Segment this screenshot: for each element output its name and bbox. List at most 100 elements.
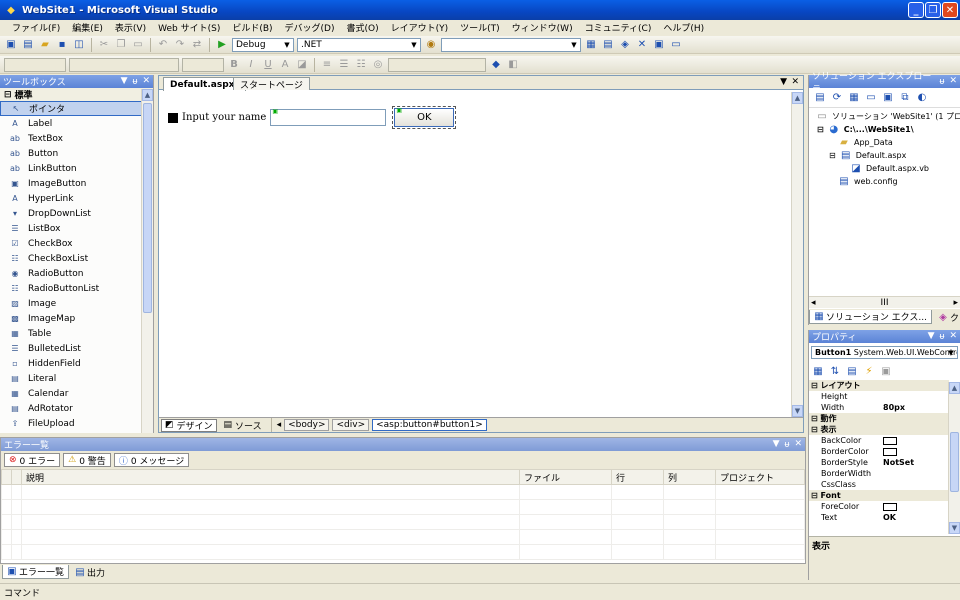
toolbox-item-table[interactable]: ▦ Table	[0, 326, 153, 341]
toolbox-item-linkbutton[interactable]: ab LinkButton	[0, 161, 153, 176]
menu-item-7[interactable]: レイアウト(Y)	[385, 21, 455, 34]
scroll-right-icon[interactable]: ▸	[953, 298, 958, 308]
dropdown-icon[interactable]: ▼	[121, 76, 128, 87]
toolbox-scrollbar[interactable]: ▲	[141, 89, 153, 433]
menu-item-11[interactable]: ヘルプ(H)	[657, 21, 710, 34]
property-row[interactable]: Height	[809, 391, 949, 402]
property-category[interactable]: ⊟ 表示	[809, 424, 949, 435]
pin-icon[interactable]: ᵾ	[785, 439, 790, 450]
menu-item-8[interactable]: ツール(T)	[454, 21, 506, 34]
toolbox-item-label[interactable]: A Label	[0, 116, 153, 131]
ok-button[interactable]: ▣ OK	[392, 106, 457, 129]
properties-view-icon[interactable]: ▤	[845, 364, 859, 378]
align-icon[interactable]: ≡	[320, 58, 334, 72]
scroll-left-icon[interactable]: ◂	[811, 298, 816, 308]
copy-website-icon[interactable]: ⧉	[898, 91, 912, 105]
refresh-icon[interactable]: ⟳	[830, 91, 844, 105]
menu-item-1[interactable]: 編集(E)	[66, 21, 109, 34]
scroll-up-icon[interactable]: ▲	[792, 92, 803, 104]
dropdown-icon[interactable]: ▼	[773, 439, 780, 450]
tree-default-aspx[interactable]: ⊟ ▤ Default.aspx	[815, 149, 960, 162]
dropdown-icon[interactable]: ▼	[928, 331, 935, 342]
style-select[interactable]	[388, 57, 486, 72]
configuration-select[interactable]: Debug ▼	[232, 37, 294, 52]
toolbox-item-adrotator[interactable]: ▤ AdRotator	[0, 401, 153, 416]
minimize-button[interactable]: _	[908, 2, 924, 18]
property-row[interactable]: Width 80px	[809, 402, 949, 413]
tag-button[interactable]: <asp:button#button1>	[372, 419, 487, 431]
toolbox-item-hyperlink[interactable]: A HyperLink	[0, 191, 153, 206]
source-view-button[interactable]: ▤ ソース	[220, 419, 266, 432]
alphabetical-icon[interactable]: ⇅	[828, 364, 842, 378]
tab-output[interactable]: ▤ 出力	[71, 565, 109, 579]
tag-scroll-left-icon[interactable]: ◂	[277, 420, 282, 430]
menu-item-0[interactable]: ファイル(F)	[6, 21, 66, 34]
errors-filter-button[interactable]: ⊗ 0 エラー	[4, 453, 61, 467]
close-icon[interactable]: ✕	[794, 439, 802, 450]
redo-icon[interactable]: ↷	[173, 38, 187, 52]
toolbox-item-bulletedlist[interactable]: ☰ BulletedList	[0, 341, 153, 356]
start-page-icon[interactable]: ▣	[652, 38, 666, 52]
tab-error-list[interactable]: ▣ エラー一覧	[2, 565, 70, 579]
view-code-icon[interactable]: ▭	[864, 91, 878, 105]
menu-item-2[interactable]: 表示(V)	[109, 21, 152, 34]
find-combo[interactable]: ▼	[441, 37, 581, 52]
properties-icon[interactable]: ▤	[601, 38, 615, 52]
warnings-filter-button[interactable]: ⚠ 0 警告	[63, 453, 111, 467]
categorized-icon[interactable]: ▦	[811, 364, 825, 378]
property-row[interactable]: Text OK	[809, 512, 949, 523]
col-description[interactable]: 説明	[21, 469, 520, 485]
tag-div[interactable]: <div>	[332, 419, 370, 431]
col-file[interactable]: ファイル	[519, 469, 612, 485]
forecolor-icon[interactable]: A	[278, 58, 292, 72]
col-line[interactable]: 行	[611, 469, 664, 485]
property-pages-icon[interactable]: ▣	[879, 364, 893, 378]
numbered-list-icon[interactable]: ☰	[337, 58, 351, 72]
close-icon[interactable]: ✕	[142, 76, 150, 87]
pin-icon[interactable]: ᵾ	[133, 76, 138, 87]
save-all-icon[interactable]: ◫	[72, 38, 86, 52]
cut-icon[interactable]: ✂	[97, 38, 111, 52]
toolbox-item-dropdownlist[interactable]: ▾ DropDownList	[0, 206, 153, 221]
col-project[interactable]: プロジェクト	[715, 469, 805, 485]
font-size-select[interactable]	[182, 57, 224, 72]
backcolor-icon[interactable]: ◪	[295, 58, 309, 72]
properties-scrollbar[interactable]: ▲ ▼	[948, 382, 960, 534]
nest-icon[interactable]: ▦	[847, 91, 861, 105]
name-textbox[interactable]: ▣	[270, 108, 387, 126]
copy-icon[interactable]: ❐	[114, 38, 128, 52]
toolbox-item-imagemap[interactable]: ▩ ImageMap	[0, 311, 153, 326]
toolbox-item-checkbox[interactable]: ☑ CheckBox	[0, 236, 153, 251]
scroll-up-icon[interactable]: ▲	[949, 382, 960, 394]
properties-icon[interactable]: ▤	[813, 91, 827, 105]
font-name-select[interactable]	[69, 57, 179, 72]
tree-project[interactable]: ⊟ ◕ C:\...\WebSite1\	[815, 123, 960, 136]
property-category[interactable]: ⊟ 動作	[809, 413, 949, 424]
save-icon[interactable]: ▪	[55, 38, 69, 52]
toolbox-icon[interactable]: ✕	[635, 38, 649, 52]
property-row[interactable]: BorderWidth	[809, 468, 949, 479]
col-column[interactable]: 列	[663, 469, 716, 485]
toolbox-item-radiobutton[interactable]: ◉ RadioButton	[0, 266, 153, 281]
find-icon[interactable]: ◉	[424, 38, 438, 52]
toolbox-item-ポインタ[interactable]: ↖ ポインタ	[0, 101, 153, 116]
toolbox-item-fileupload[interactable]: ⇪ FileUpload	[0, 416, 153, 431]
pin-icon[interactable]: ᵾ	[940, 76, 945, 87]
block-format-select[interactable]	[4, 57, 66, 72]
toolbox-item-radiobuttonlist[interactable]: ☷ RadioButtonList	[0, 281, 153, 296]
tab-class-view[interactable]: ◈クラス ビュー	[934, 310, 960, 324]
style-builder-icon[interactable]: ◆	[489, 58, 503, 72]
tab-solution-explorer[interactable]: ▦ ソリューション エクス...	[809, 310, 932, 324]
scroll-down-icon[interactable]: ▼	[792, 405, 803, 417]
scroll-up-icon[interactable]: ▲	[142, 89, 153, 101]
object-select[interactable]: Button1 System.Web.UI.WebContro ▼	[811, 346, 958, 359]
property-category[interactable]: ⊟ Font	[809, 490, 949, 501]
close-icon[interactable]: ✕	[949, 76, 957, 87]
menu-item-4[interactable]: ビルド(B)	[226, 21, 278, 34]
view-designer-icon[interactable]: ▣	[881, 91, 895, 105]
toolbox-item-image[interactable]: ▨ Image	[0, 296, 153, 311]
solution-explorer-icon[interactable]: ▦	[584, 38, 598, 52]
events-icon[interactable]: ⚡	[862, 364, 876, 378]
bold-icon[interactable]: B	[227, 58, 241, 72]
toolbox-item-imagebutton[interactable]: ▣ ImageButton	[0, 176, 153, 191]
